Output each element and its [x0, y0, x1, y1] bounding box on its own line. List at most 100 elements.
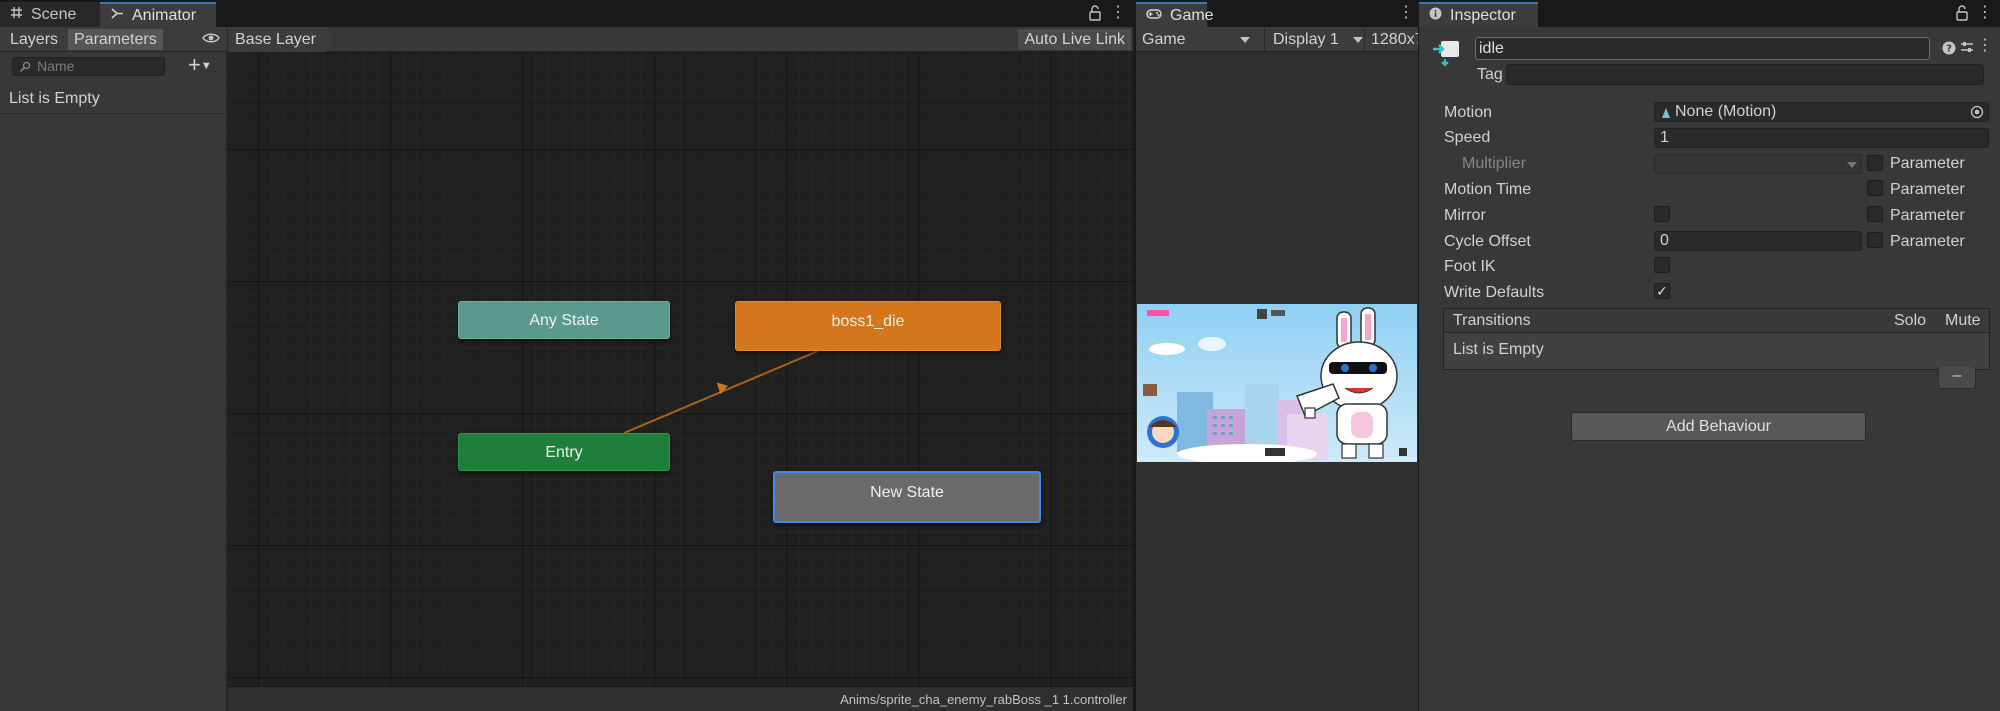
- tab-game[interactable]: Game: [1136, 2, 1214, 27]
- foot-ik-label: Foot IK: [1444, 258, 1496, 275]
- parameters-empty-label: List is Empty: [9, 90, 100, 107]
- tab-animator[interactable]: Animator: [100, 2, 216, 27]
- search-icon: [19, 60, 31, 77]
- cycle-offset-label: Cycle Offset: [1444, 233, 1531, 250]
- speed-label: Speed: [1444, 129, 1491, 146]
- lock-icon[interactable]: [1955, 5, 1969, 21]
- tab-inspector[interactable]: Inspector: [1419, 2, 1538, 27]
- write-defaults-label: Write Defaults: [1444, 284, 1545, 301]
- write-defaults-checkbox[interactable]: ✓: [1654, 283, 1670, 299]
- game-scene-illustration: [1137, 304, 1417, 462]
- remove-transition-button[interactable]: –: [1938, 367, 1976, 389]
- info-icon: [1429, 7, 1442, 25]
- game-mode-label: Game: [1142, 31, 1186, 48]
- multiplier-dropdown: [1654, 154, 1862, 174]
- lock-icon[interactable]: [1088, 5, 1102, 21]
- motion-time-parameter-label: Parameter: [1890, 181, 1965, 198]
- motion-asset-icon: [1661, 106, 1671, 124]
- animator-tabbar: Scene Animator ⋮: [0, 0, 1133, 27]
- transitions-title: Transitions: [1453, 312, 1531, 329]
- animator-subtabs: Layers Parameters: [0, 27, 227, 52]
- motion-time-parameter-checkbox[interactable]: [1867, 180, 1883, 196]
- help-icon[interactable]: ?: [1942, 41, 1956, 60]
- node-new-state[interactable]: New State: [773, 471, 1041, 523]
- animator-parameters-panel: Layers Parameters Name +▼ List is Empty: [0, 27, 227, 711]
- plus-icon: +: [188, 52, 201, 77]
- inspector-window: idle ? ⋮ Tag Motion None (Motion) Speed …: [1419, 27, 2000, 711]
- add-behaviour-button[interactable]: Add Behaviour: [1571, 412, 1866, 441]
- foot-ik-checkbox[interactable]: [1654, 257, 1670, 273]
- subtab-parameters[interactable]: Parameters: [68, 29, 163, 50]
- game-tabbar: Game ⋮: [1136, 0, 1418, 27]
- motion-value: None (Motion): [1675, 103, 1777, 120]
- object-picker-icon[interactable]: [1970, 105, 1984, 124]
- search-placeholder: Name: [37, 58, 75, 74]
- chevron-down-icon: [1847, 162, 1857, 168]
- display-dropdown[interactable]: Display 1: [1264, 27, 1364, 51]
- tag-label: Tag: [1477, 66, 1503, 83]
- motion-time-label: Motion Time: [1444, 181, 1532, 198]
- tag-field[interactable]: [1506, 64, 1984, 85]
- mirror-parameter-checkbox[interactable]: [1867, 206, 1883, 222]
- motion-field[interactable]: None (Motion): [1654, 102, 1989, 122]
- settings-sliders-icon[interactable]: [1960, 40, 1974, 59]
- animator-menu-icon[interactable]: ⋮: [1110, 4, 1126, 24]
- divider: [0, 113, 227, 114]
- parameter-search-input[interactable]: Name: [12, 57, 165, 76]
- game-menu-icon[interactable]: ⋮: [1398, 4, 1414, 24]
- auto-live-link-button[interactable]: Auto Live Link: [1018, 29, 1131, 50]
- transitions-header: Transitions Solo Mute: [1444, 309, 1989, 333]
- mirror-checkbox[interactable]: [1654, 206, 1670, 222]
- chevron-down-icon: [1353, 37, 1363, 43]
- scene-grid-icon: [10, 6, 23, 24]
- tab-scene-label: Scene: [31, 5, 77, 23]
- inspector-menu-icon[interactable]: ⋮: [1977, 4, 1993, 24]
- inspector-tabbar: Inspector ⋮: [1419, 0, 2000, 27]
- component-menu-icon[interactable]: ⋮: [1977, 37, 1993, 57]
- transition-arrow[interactable]: [228, 27, 1133, 711]
- add-parameter-button[interactable]: +▼: [188, 52, 220, 77]
- game-viewport[interactable]: [1137, 304, 1417, 462]
- chevron-down-icon: ▼: [200, 60, 212, 72]
- state-machine-graph[interactable]: Any State boss1_die Entry New State: [228, 27, 1133, 711]
- cycle-offset-parameter-label: Parameter: [1890, 233, 1965, 250]
- gamepad-icon: [1146, 7, 1162, 25]
- eye-icon[interactable]: [202, 31, 220, 50]
- node-boss1-die[interactable]: boss1_die: [735, 301, 1001, 351]
- tab-game-label: Game: [1170, 6, 1214, 24]
- multiplier-label: Multiplier: [1462, 155, 1527, 172]
- controller-path: Anims/sprite_cha_enemy_rabBoss _1 1.cont…: [228, 686, 1133, 711]
- tab-scene[interactable]: Scene: [0, 2, 100, 27]
- transitions-empty-label: List is Empty: [1453, 341, 1544, 358]
- state-icon: [1431, 37, 1461, 72]
- speed-field[interactable]: 1: [1654, 128, 1989, 148]
- game-mode-dropdown[interactable]: Game: [1142, 27, 1252, 51]
- breadcrumb[interactable]: Base Layer: [228, 27, 334, 52]
- state-name-input[interactable]: idle: [1475, 37, 1930, 60]
- tab-inspector-label: Inspector: [1450, 6, 1516, 24]
- subtab-layers[interactable]: Layers: [4, 29, 64, 50]
- game-window: Game Display 1 1280x7: [1136, 27, 1418, 711]
- mirror-label: Mirror: [1444, 207, 1486, 224]
- motion-label: Motion: [1444, 104, 1493, 121]
- resolution-dropdown[interactable]: 1280x7: [1364, 27, 1418, 51]
- tab-animator-label: Animator: [132, 6, 197, 24]
- animator-window: Layers Parameters Name +▼ List is Empty …: [0, 27, 1133, 711]
- node-any-state[interactable]: Any State: [458, 301, 670, 339]
- transitions-list: Transitions Solo Mute List is Empty: [1443, 308, 1990, 370]
- display-label: Display 1: [1273, 31, 1339, 48]
- node-entry[interactable]: Entry: [458, 433, 670, 471]
- mirror-parameter-label: Parameter: [1890, 207, 1965, 224]
- chevron-down-icon: [1240, 37, 1250, 43]
- resolution-label: 1280x7: [1371, 31, 1418, 48]
- solo-column-label: Solo: [1894, 312, 1927, 329]
- multiplier-parameter-checkbox[interactable]: [1867, 155, 1883, 171]
- svg-text:?: ?: [1946, 44, 1952, 55]
- game-toolbar: Game Display 1 1280x7: [1136, 27, 1418, 52]
- animator-toolbar: Base Layer Auto Live Link: [228, 27, 1133, 52]
- cycle-offset-parameter-checkbox[interactable]: [1867, 232, 1883, 248]
- checkmark-icon: ✓: [1656, 283, 1668, 299]
- cycle-offset-field[interactable]: 0: [1654, 231, 1862, 251]
- mute-column-label: Mute: [1945, 312, 1981, 329]
- animator-icon: [110, 7, 124, 25]
